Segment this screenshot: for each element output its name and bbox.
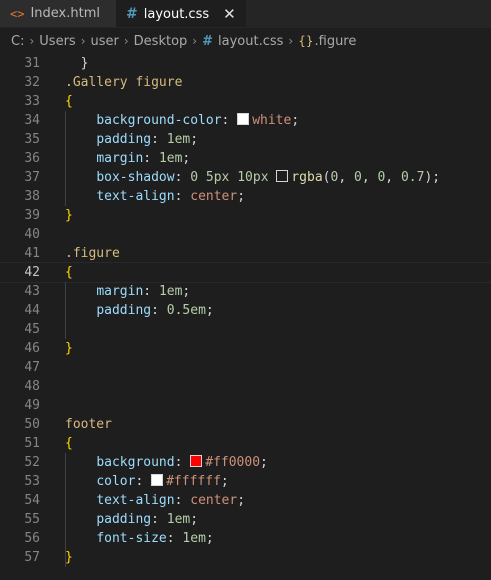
code-line: 41 .figure [0, 244, 491, 263]
chevron-right-icon: › [80, 34, 86, 48]
tab-label: layout.css [143, 6, 210, 22]
line-number: 56 [24, 531, 40, 546]
indent-guide [65, 111, 66, 206]
tab-bar: <> Index.html # layout.css ✕ [0, 0, 491, 28]
code-line: 48 [0, 377, 491, 396]
color-swatch-red[interactable] [190, 455, 203, 467]
code-line: 36 margin: 1em; [0, 149, 491, 168]
line-number: 54 [24, 493, 40, 508]
color-swatch-white[interactable] [237, 113, 250, 125]
line-number: 40 [24, 227, 40, 242]
breadcrumb-symbol[interactable]: .figure [315, 34, 357, 49]
code-line: 34 background-color: white; [0, 111, 491, 130]
code-line: 37 box-shadow: 0 5px 10px rgba(0, 0, 0, … [0, 168, 491, 187]
line-number: 47 [24, 360, 40, 375]
code-line: 43 margin: 1em; [0, 282, 491, 301]
code-editor[interactable]: 31 } 32 .Gallery figure 33{ 34 background… [0, 54, 491, 567]
css-file-icon: # [126, 6, 138, 22]
breadcrumb-folder-user[interactable]: user [91, 34, 119, 49]
breadcrumb-file[interactable]: layout.css [218, 34, 283, 49]
code-line: 47 [0, 358, 491, 377]
line-number: 57 [24, 550, 40, 565]
breadcrumb-folder-desktop[interactable]: Desktop [134, 34, 188, 49]
code-line: 35 padding: 1em; [0, 130, 491, 149]
chevron-right-icon: › [192, 34, 198, 48]
code-line-current: 42{ [0, 262, 491, 283]
line-number: 33 [24, 94, 40, 109]
line-number: 43 [24, 284, 40, 299]
code-line: 57} [0, 548, 491, 567]
html-file-icon: <> [10, 6, 25, 21]
line-number: 41 [24, 246, 40, 261]
indent-guide [65, 282, 66, 339]
code-line: 55 padding: 1em; [0, 510, 491, 529]
chevron-right-icon: › [29, 34, 35, 48]
code-line: 40 [0, 225, 491, 244]
close-icon[interactable]: ✕ [223, 5, 236, 23]
code-line: 51{ [0, 434, 491, 453]
line-number: 45 [24, 322, 40, 337]
line-number: 38 [24, 189, 40, 204]
line-number: 48 [24, 379, 40, 394]
code-line: 46} [0, 339, 491, 358]
code-line: 54 text-align: center; [0, 491, 491, 510]
symbol-class-icon: {} [298, 34, 314, 48]
tab-index-html[interactable]: <> Index.html [0, 0, 116, 27]
code-line: 45 [0, 320, 491, 339]
code-line: 44 padding: 0.5em; [0, 301, 491, 320]
code-line: 31 } [0, 54, 491, 73]
chevron-right-icon: › [123, 34, 129, 48]
line-number: 51 [24, 436, 40, 451]
code-line: 39} [0, 206, 491, 225]
code-line: 32 .Gallery figure [0, 73, 491, 92]
line-number: 50 [24, 417, 40, 432]
color-swatch-white[interactable] [151, 474, 164, 486]
tab-label: Index.html [30, 6, 100, 21]
line-number: 55 [24, 512, 40, 527]
code-line: 50 footer [0, 415, 491, 434]
line-number: 35 [24, 132, 40, 147]
code-line: 49 [0, 396, 491, 415]
line-number: 34 [24, 113, 40, 128]
code-line: 53 color: #ffffff; [0, 472, 491, 491]
line-number: 36 [24, 151, 40, 166]
breadcrumb-folder-users[interactable]: Users [39, 34, 75, 49]
breadcrumb: C: › Users › user › Desktop › # layout.c… [0, 28, 491, 54]
line-number: 42 [24, 265, 40, 280]
css-file-icon: # [202, 33, 214, 49]
color-swatch-shadow[interactable] [276, 170, 289, 182]
line-number: 32 [24, 75, 40, 90]
chevron-right-icon: › [288, 34, 294, 48]
line-number: 39 [24, 208, 40, 223]
code-line: 56 font-size: 1em; [0, 529, 491, 548]
line-number: 52 [24, 455, 40, 470]
line-number: 44 [24, 303, 40, 318]
tab-layout-css[interactable]: # layout.css ✕ [116, 0, 246, 27]
line-number: 31 [24, 56, 40, 71]
code-line: 52 background: #ff0000; [0, 453, 491, 472]
line-number: 49 [24, 398, 40, 413]
code-line: 33{ [0, 92, 491, 111]
code-line: 38 text-align: center; [0, 187, 491, 206]
line-number: 53 [24, 474, 40, 489]
breadcrumb-drive[interactable]: C: [11, 34, 24, 49]
line-number: 37 [24, 170, 40, 185]
line-number: 46 [24, 341, 40, 356]
indent-guide [65, 453, 66, 567]
